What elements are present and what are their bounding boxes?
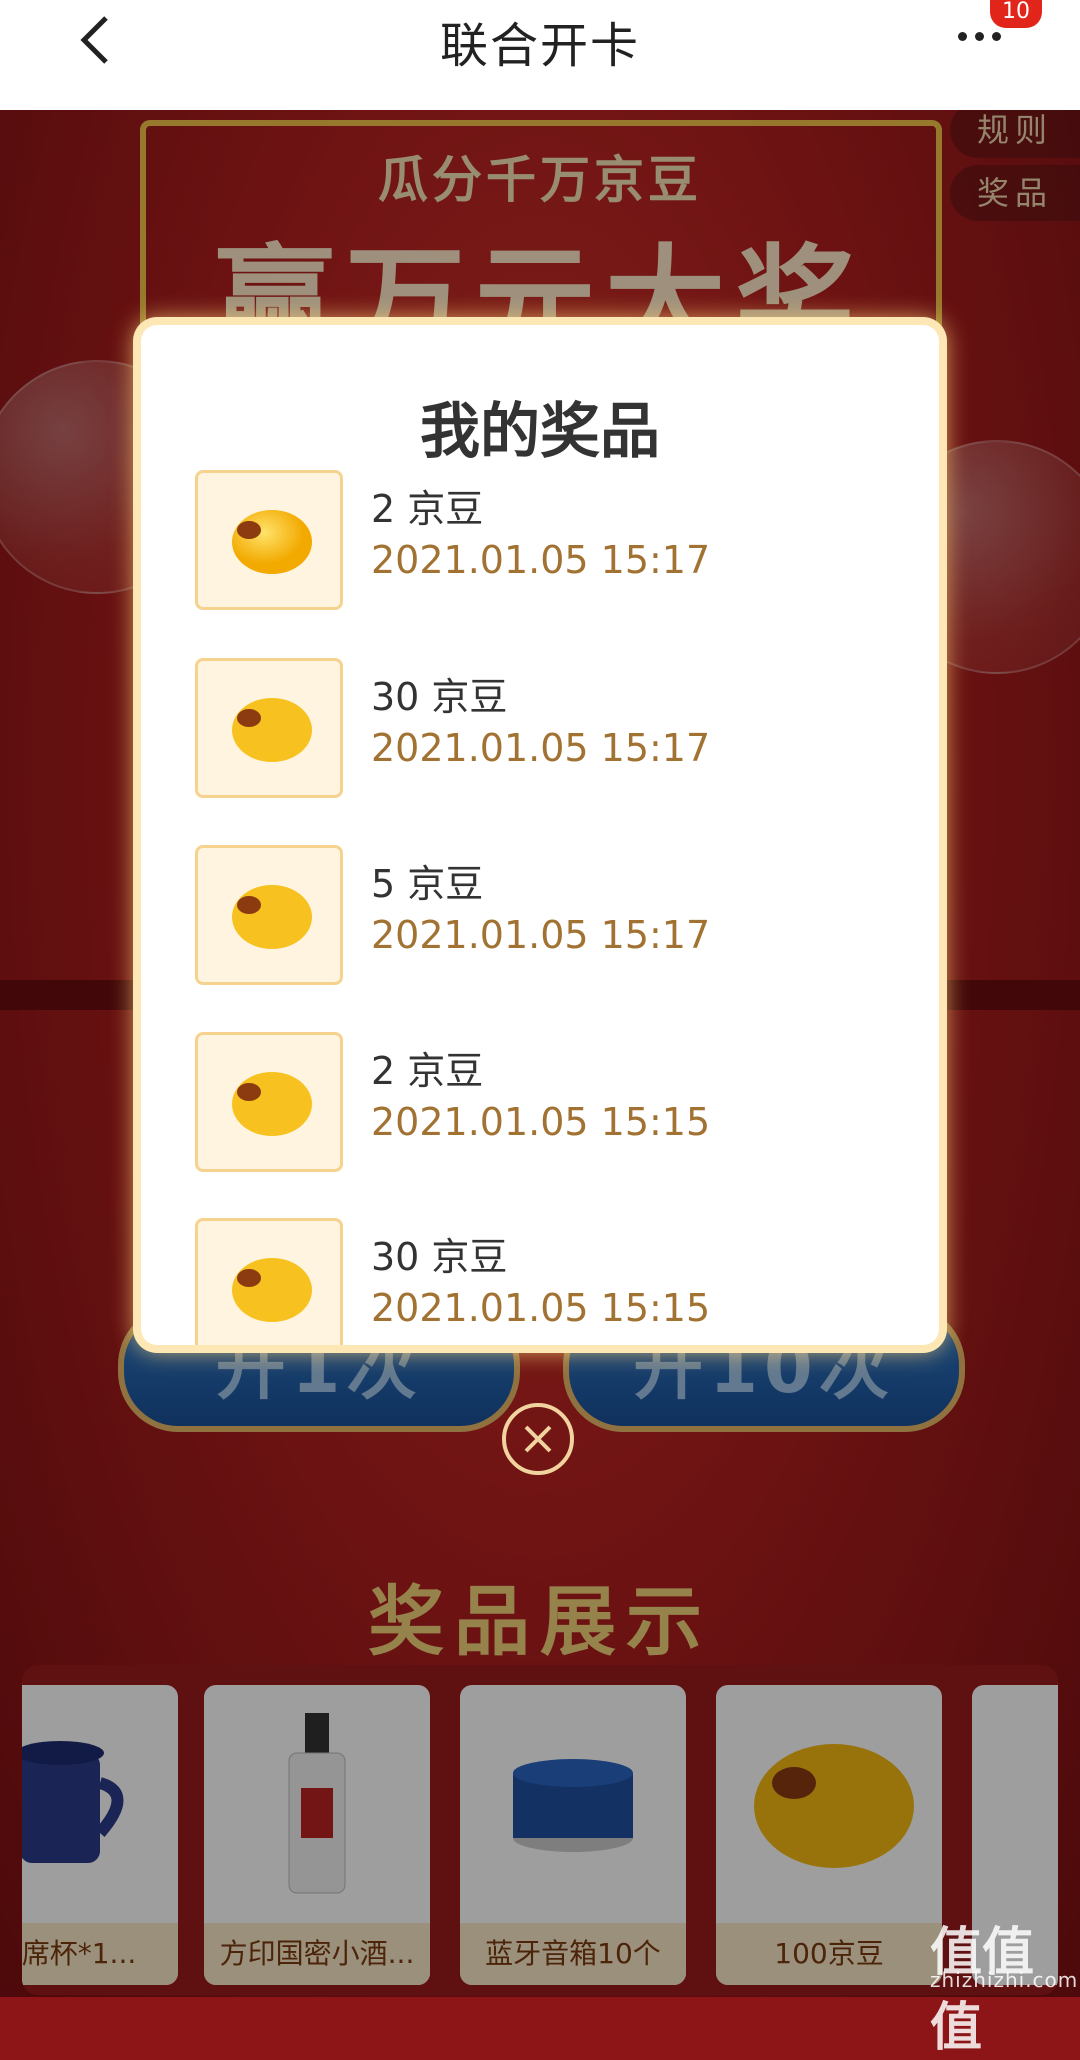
prize-time: 2021.01.05 15:15 bbox=[371, 1286, 711, 1330]
prize-name: 2 京豆 bbox=[371, 487, 484, 531]
prize-name: 2 京豆 bbox=[371, 1049, 484, 1093]
close-icon bbox=[524, 1425, 552, 1453]
prize-list[interactable]: 2 京豆 2021.01.05 15:17 30 京豆 2021.01.05 1… bbox=[141, 470, 939, 1345]
jingdou-bean-icon bbox=[195, 845, 343, 985]
my-prizes-modal: 我的奖品 2 京豆 2021.01.05 15:17 30 京豆 2021.01… bbox=[141, 325, 939, 1345]
jingdou-bean-icon bbox=[195, 1032, 343, 1172]
close-modal-button[interactable] bbox=[502, 1403, 574, 1475]
prize-time: 2021.01.05 15:17 bbox=[371, 538, 711, 582]
prize-item: 30 京豆 2021.01.05 15:17 bbox=[195, 658, 895, 800]
prize-time: 2021.01.05 15:17 bbox=[371, 726, 711, 770]
dot-icon bbox=[992, 32, 1001, 41]
prize-name: 30 京豆 bbox=[371, 675, 508, 719]
page-title: 联合开卡 bbox=[439, 18, 640, 74]
prize-time: 2021.01.05 15:15 bbox=[371, 1100, 711, 1144]
prize-item: 5 京豆 2021.01.05 15:17 bbox=[195, 845, 895, 987]
prize-name: 5 京豆 bbox=[371, 862, 484, 906]
prize-item: 2 京豆 2021.01.05 15:17 bbox=[195, 470, 895, 612]
top-navigation-bar: 联合开卡 10 bbox=[0, 0, 1080, 110]
notification-badge: 10 bbox=[990, 0, 1042, 28]
watermark-url: zhizhizhi.com bbox=[930, 1968, 1079, 1992]
jingdou-bean-icon bbox=[195, 1218, 343, 1345]
modal-title: 我的奖品 bbox=[420, 397, 660, 467]
prize-item: 2 京豆 2021.01.05 15:15 bbox=[195, 1032, 895, 1174]
prize-item: 30 京豆 2021.01.05 15:15 bbox=[195, 1218, 895, 1345]
dot-icon bbox=[975, 32, 984, 41]
dot-icon bbox=[958, 32, 967, 41]
prize-time: 2021.01.05 15:17 bbox=[371, 913, 711, 957]
jingdou-bean-icon bbox=[195, 470, 343, 610]
jingdou-bean-icon bbox=[195, 658, 343, 798]
prize-name: 30 京豆 bbox=[371, 1235, 508, 1279]
